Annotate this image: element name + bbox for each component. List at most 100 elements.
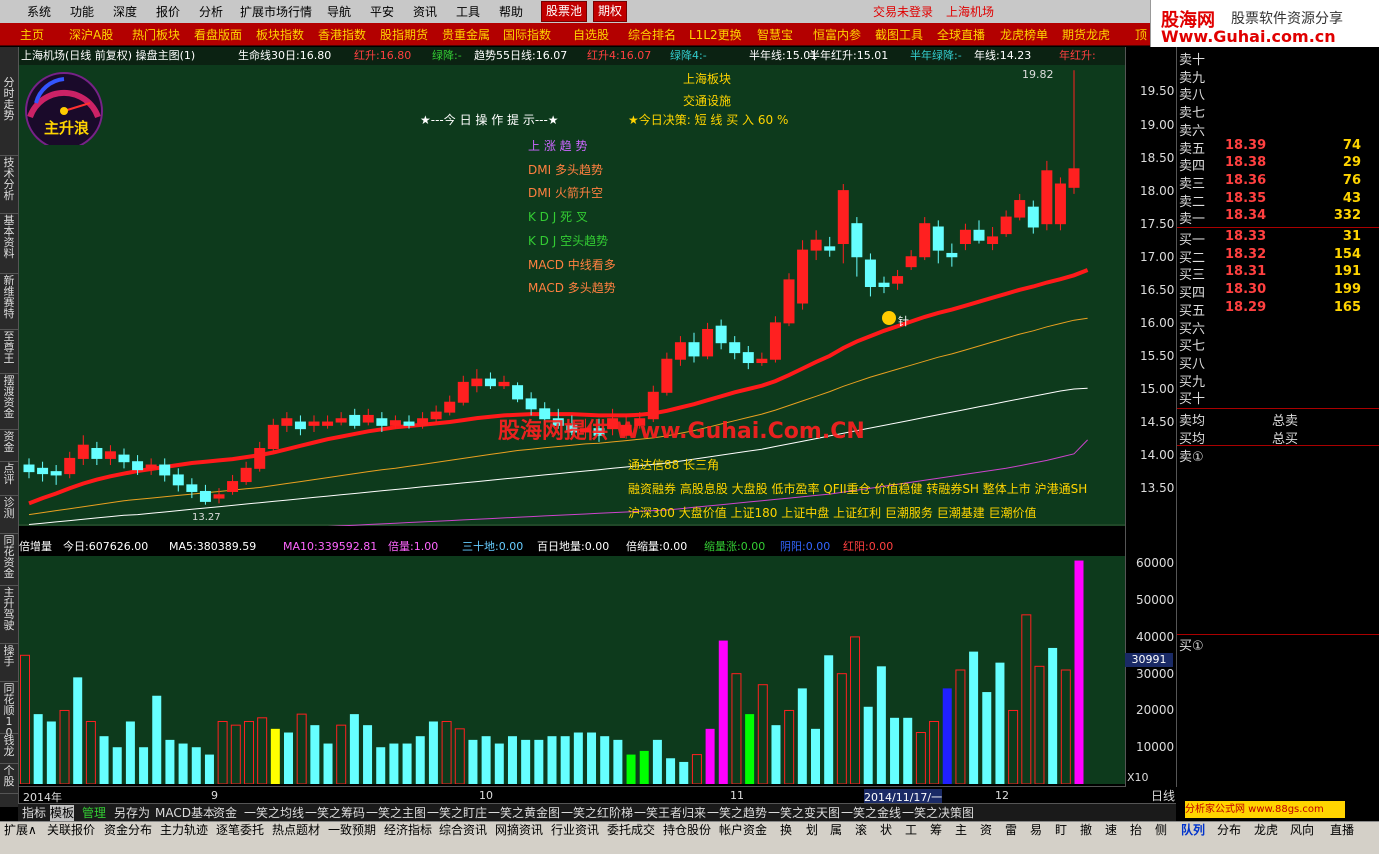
indicator-tab[interactable]: 一笑之主图 (366, 805, 426, 821)
left-tab[interactable]: 同花资金 (0, 533, 18, 586)
sell-row[interactable]: 卖三 18.36 76 (1177, 173, 1367, 192)
menu-item[interactable]: 工具 (456, 3, 480, 20)
nav-item[interactable]: L1L2更换 (689, 26, 742, 43)
bottom-tab[interactable]: 一致预期 (328, 823, 376, 838)
nav-item[interactable]: 看盘版面 (194, 26, 242, 43)
bottom-tab[interactable]: 侧 (1155, 823, 1167, 838)
sell-row[interactable]: 卖二 18.35 43 (1177, 191, 1367, 210)
sell-row[interactable]: 卖一 18.34 332 (1177, 208, 1367, 227)
bottom-tab[interactable]: 帐户资金 (719, 823, 767, 838)
sell-row[interactable]: 卖九 (1177, 67, 1367, 86)
buy-row[interactable]: 买九 (1177, 371, 1367, 390)
indicator-tab[interactable]: 资金 (213, 805, 237, 821)
nav-item[interactable]: 国际指数 (503, 26, 551, 43)
nav-item[interactable]: 板块指数 (256, 26, 304, 43)
nav-item[interactable]: 主页 (20, 26, 44, 43)
right-bottom-tab[interactable]: 龙虎 (1254, 823, 1278, 838)
left-tab[interactable]: 同花顺10 (0, 681, 18, 738)
nav-item[interactable]: 截图工具 (875, 26, 923, 43)
menu-item[interactable]: 分析 (199, 3, 223, 20)
bottom-tab[interactable]: 换 (780, 823, 792, 838)
buy-row[interactable]: 买五 18.29 165 (1177, 300, 1367, 319)
bottom-tab[interactable]: 状 (880, 823, 892, 838)
indicator-tab[interactable]: 一笑之趋势 (707, 805, 767, 821)
buy-row[interactable]: 买二 18.32 154 (1177, 247, 1367, 266)
indicator-tab[interactable]: 一笑之均线 (244, 805, 304, 821)
right-bottom-tab[interactable]: 直播 (1330, 823, 1354, 838)
tab-options[interactable]: 期权 (593, 1, 628, 22)
sell-row[interactable]: 卖四 18.38 29 (1177, 155, 1367, 174)
left-tab[interactable]: 技术分析 (0, 155, 18, 214)
bottom-tab[interactable]: 扩展∧ (4, 823, 37, 838)
right-bottom-tab[interactable]: 风向 (1290, 823, 1314, 838)
bottom-tab[interactable]: 工 (905, 823, 917, 838)
menu-item[interactable]: 系统 (27, 3, 51, 20)
menu-item[interactable]: 资讯 (413, 3, 437, 20)
nav-item[interactable]: 恒富内参 (813, 26, 861, 43)
sell-row[interactable]: 卖六 (1177, 120, 1367, 139)
sell-row[interactable]: 卖五 18.39 74 (1177, 138, 1367, 157)
menu-item[interactable]: 平安 (370, 3, 394, 20)
buy-row[interactable]: 买六 (1177, 318, 1367, 337)
menu-item[interactable]: 帮助 (499, 3, 523, 20)
left-tab[interactable]: 主升驾驶 (0, 585, 18, 644)
ad-banner[interactable]: 分析家公式网 www.88gs.com (1185, 801, 1345, 818)
tab-stockpool[interactable]: 股票池 (541, 1, 588, 22)
nav-item[interactable]: 全球直播 (937, 26, 985, 43)
left-tab[interactable]: 至尊王 (0, 329, 18, 374)
sell-row[interactable]: 卖八 (1177, 84, 1367, 103)
login-status[interactable]: 交易未登录 (873, 3, 933, 20)
left-tab[interactable]: 诊测 (0, 495, 18, 534)
left-tab[interactable]: 摆渡资金 (0, 373, 18, 430)
menu-item[interactable]: 导航 (327, 3, 351, 20)
bottom-tab[interactable]: 综合资讯 (439, 823, 487, 838)
bottom-tab[interactable]: 网摘资讯 (495, 823, 543, 838)
bottom-tab[interactable]: 属 (830, 823, 842, 838)
nav-item[interactable]: 贵重金属 (442, 26, 490, 43)
menu-item[interactable]: 扩展市场行情 (240, 3, 312, 20)
bottom-tab[interactable]: 速 (1105, 823, 1117, 838)
bottom-tab[interactable]: 抬 (1130, 823, 1142, 838)
left-tab[interactable]: 操手 (0, 643, 18, 682)
indicator-tab[interactable]: 一笑王者归来 (634, 805, 706, 821)
bottom-tab[interactable]: 盯 (1055, 823, 1067, 838)
indicator-tab[interactable]: 一笑之红阶梯 (561, 805, 633, 821)
indicator-tab[interactable]: 一笑之变天图 (768, 805, 840, 821)
bottom-tab[interactable]: 撤 (1080, 823, 1092, 838)
bottom-tab[interactable]: 主 (955, 823, 967, 838)
indicator-tab[interactable]: 另存为 (114, 805, 150, 821)
buy-row[interactable]: 买十 (1177, 388, 1367, 407)
indicator-tab[interactable]: 指标 (22, 805, 46, 821)
indicator-tab[interactable]: 一笑之盯庄 (427, 805, 487, 821)
left-tab[interactable]: 点评 (0, 461, 18, 496)
buy-row[interactable]: 买八 (1177, 353, 1367, 372)
indicator-tab[interactable]: 一笑之筹码 (305, 805, 365, 821)
buy-row[interactable]: 买四 18.30 199 (1177, 282, 1367, 301)
menu-item[interactable]: 报价 (156, 3, 180, 20)
left-tab[interactable]: 基本资料 (0, 213, 18, 274)
buy-row[interactable]: 买一 18.33 31 (1177, 229, 1367, 248)
indicator-tab[interactable]: 一笑之黄金图 (488, 805, 560, 821)
bottom-tab[interactable]: 易 (1030, 823, 1042, 838)
bottom-tab[interactable]: 委托成交 (607, 823, 655, 838)
bottom-tab[interactable]: 滚 (855, 823, 867, 838)
nav-item[interactable]: 顶 (1135, 26, 1147, 43)
menu-item[interactable]: 功能 (70, 3, 94, 20)
indicator-tab[interactable]: 一笑之金线 (841, 805, 901, 821)
nav-item[interactable]: 热门板块 (132, 26, 180, 43)
right-bottom-tab[interactable]: 分布 (1217, 823, 1241, 838)
bottom-tab[interactable]: 主力轨迹 (160, 823, 208, 838)
bottom-tab[interactable]: 持仓股份 (663, 823, 711, 838)
nav-item[interactable]: 智慧宝 (757, 26, 793, 43)
left-tab[interactable]: 钱龙 (0, 733, 18, 764)
buy-row[interactable]: 买七 (1177, 335, 1367, 354)
sell-row[interactable]: 卖七 (1177, 102, 1367, 121)
nav-item[interactable]: 深沪A股 (69, 26, 113, 43)
bottom-tab[interactable]: 资金分布 (104, 823, 152, 838)
nav-item[interactable]: 香港指数 (318, 26, 366, 43)
bottom-tab[interactable]: 雷 (1005, 823, 1017, 838)
left-tab[interactable]: 资金 (0, 429, 18, 462)
right-bottom-tab[interactable]: 队列 (1181, 823, 1205, 838)
left-tab[interactable]: 个股 (0, 763, 18, 794)
left-tab[interactable]: 新维赛特 (0, 273, 18, 330)
